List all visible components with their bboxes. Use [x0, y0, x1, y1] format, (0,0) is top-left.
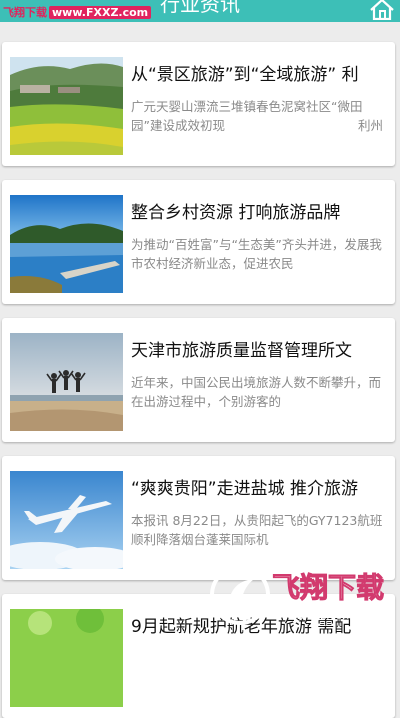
thumbnail-lake-pier	[10, 195, 123, 293]
thumbnail-rural-landscape	[10, 57, 123, 155]
header-bar: 飞翔下载 www.FXXZ.com 行业资讯	[0, 0, 400, 22]
beach-jumping-image	[10, 333, 123, 431]
article-title: 天津市旅游质量监督管理所文	[131, 341, 352, 361]
thumbnail-airplane-sky	[10, 471, 123, 569]
thumbnail-green-field	[10, 609, 123, 707]
lake-pier-image	[10, 195, 123, 293]
green-field-image	[10, 609, 123, 707]
article-summary: 本报讯 8月22日，从贵阳起飞的GY7123航班顺利降落烟台蓬莱国际机	[131, 513, 383, 547]
article-title: 整合乡村资源 打响旅游品牌	[131, 203, 341, 223]
watermark-brand-text: 飞翔下载	[272, 571, 384, 604]
thumbnail-beach-jumping	[10, 333, 123, 431]
watermark-brand-url: www.fxxz.com	[274, 609, 353, 622]
page-title: 行业资讯	[160, 0, 240, 16]
article-place: 利州	[357, 118, 383, 133]
article-summary: 近年来，中国公民出境旅游人数不断攀升，而在出游过程中，个别游客的	[131, 375, 382, 409]
airplane-sky-image	[10, 471, 123, 569]
home-icon[interactable]	[369, 0, 395, 20]
rural-landscape-image	[10, 57, 123, 155]
watermark-badge: 飞翔下载 www.fxxz.com	[210, 565, 385, 625]
article-title: “爽爽贵阳”走进盐城 推介旅游	[131, 479, 359, 499]
article-summary-text: 广元天婴山漂流三堆镇春色泥窝社区“微田园”建设成效初现	[131, 99, 363, 133]
article-summary: 广元天婴山漂流三堆镇春色泥窝社区“微田园”建设成效初现 利州	[131, 97, 383, 135]
news-card-1[interactable]: 从“景区旅游”到“全域旅游” 利 广元天婴山漂流三堆镇春色泥窝社区“微田园”建设…	[2, 42, 395, 166]
article-title: 从“景区旅游”到“全域旅游” 利	[131, 65, 359, 85]
news-card-2[interactable]: 整合乡村资源 打响旅游品牌 为推动“百姓富”与“生态美”齐头并进，发展我市农村经…	[2, 180, 395, 304]
news-card-3[interactable]: 天津市旅游质量监督管理所文 近年来，中国公民出境旅游人数不断攀升，而在出游过程中…	[2, 318, 395, 442]
article-summary: 为推动“百姓富”与“生态美”齐头并进，发展我市农村经济新业态，促进农民	[131, 237, 382, 271]
